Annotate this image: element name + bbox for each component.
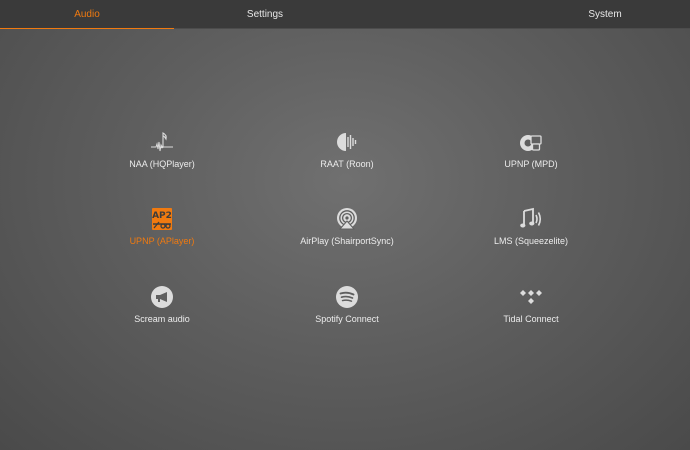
service-upnp-aplayer[interactable]: AP2 UPNP (APlayer) xyxy=(77,207,247,246)
service-airplay[interactable]: AirPlay (ShairportSync) xyxy=(262,207,432,246)
svg-text:AP2: AP2 xyxy=(152,211,172,221)
roon-icon xyxy=(337,133,357,151)
service-label: Spotify Connect xyxy=(315,314,379,324)
speaker-screen-icon xyxy=(520,135,542,151)
service-scream-audio[interactable]: Scream audio xyxy=(77,285,247,324)
service-label: Tidal Connect xyxy=(503,314,559,324)
service-upnp-mpd[interactable]: UPNP (MPD) xyxy=(446,130,616,169)
service-label: RAAT (Roon) xyxy=(320,159,374,169)
spotify-icon xyxy=(336,286,358,308)
tab-system[interactable]: System xyxy=(520,0,690,29)
waveform-note-icon xyxy=(151,132,173,152)
megaphone-icon xyxy=(151,286,173,308)
service-lms-squeezelite[interactable]: LMS (Squeezelite) xyxy=(446,207,616,246)
service-label: Scream audio xyxy=(134,314,190,324)
service-label: UPNP (MPD) xyxy=(504,159,558,169)
tidal-icon xyxy=(520,290,542,304)
music-note-sound-icon xyxy=(520,207,542,228)
service-spotify-connect[interactable]: Spotify Connect xyxy=(262,285,432,324)
service-naa-hqplayer[interactable]: NAA (HQPlayer) xyxy=(77,130,247,169)
tab-bar: Audio Settings System xyxy=(0,0,690,29)
airplay-icon xyxy=(337,208,357,230)
service-label: UPNP (APlayer) xyxy=(129,236,195,246)
service-label: AirPlay (ShairportSync) xyxy=(300,236,394,246)
service-label: NAA (HQPlayer) xyxy=(129,159,195,169)
service-raat-roon[interactable]: RAAT (Roon) xyxy=(262,130,432,169)
tab-audio[interactable]: Audio xyxy=(0,0,174,29)
service-label: LMS (Squeezelite) xyxy=(493,236,569,246)
service-tidal-connect[interactable]: Tidal Connect xyxy=(446,285,616,324)
tab-settings[interactable]: Settings xyxy=(174,0,356,29)
ap2-icon: AP2 xyxy=(152,208,172,230)
